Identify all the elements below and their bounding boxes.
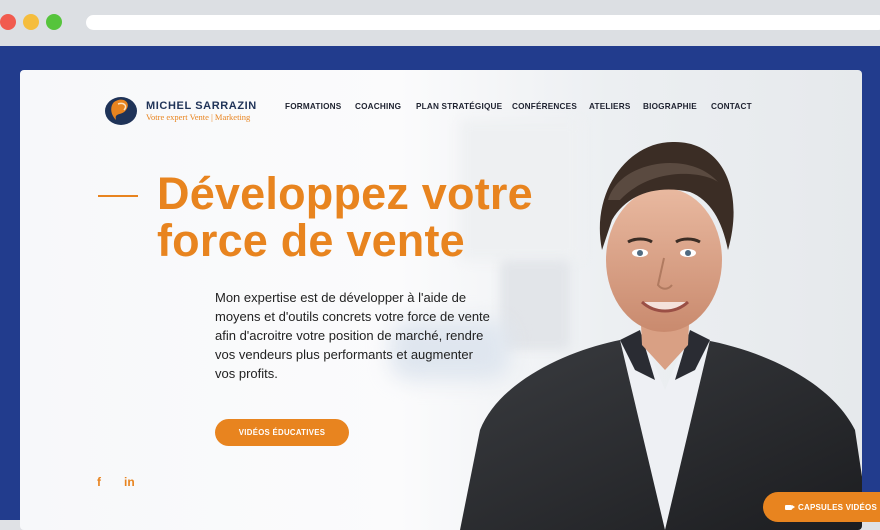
videos-educatives-button[interactable]: VIDÉOS ÉDUCATIVES <box>215 419 349 446</box>
hero-description: Mon expertise est de développer à l'aide… <box>215 290 490 381</box>
hero-title-line-1: Développez votre <box>157 168 533 219</box>
hero-accent-line <box>98 195 138 197</box>
hero-title-line-2: force de vente <box>157 215 465 266</box>
capsules-videos-label: CAPSULES VIDÉOS <box>798 502 878 512</box>
nav-item-coaching[interactable]: COACHING <box>355 102 401 111</box>
close-window-dot[interactable] <box>0 14 16 30</box>
facebook-icon[interactable]: f <box>97 475 101 489</box>
nav-item-contact[interactable]: CONTACT <box>711 102 752 111</box>
linkedin-icon[interactable]: in <box>124 475 135 489</box>
nav-item-biographie[interactable]: BIOGRAPHIE <box>643 102 697 111</box>
brand-logo-icon[interactable] <box>104 94 138 126</box>
nav-item-formations[interactable]: FORMATIONS <box>285 102 341 111</box>
capsules-videos-button[interactable]: CAPSULES VIDÉOS <box>763 492 880 522</box>
website-page: MICHEL SARRAZIN Votre expert Vente | Mar… <box>20 70 862 530</box>
maximize-window-dot[interactable] <box>46 14 62 30</box>
video-camera-icon <box>785 504 795 510</box>
hero-title: Développez votre force de vente <box>157 170 607 264</box>
address-bar[interactable] <box>86 15 880 30</box>
nav-item-conferences[interactable]: CONFÉRENCES <box>512 102 577 111</box>
minimize-window-dot[interactable] <box>23 14 39 30</box>
brand-name[interactable]: MICHEL SARRAZIN <box>146 100 257 112</box>
browser-chrome <box>0 0 880 46</box>
brand-tagline: Votre expert Vente | Marketing <box>146 112 251 122</box>
nav-item-ateliers[interactable]: ATELIERS <box>589 102 630 111</box>
nav-item-plan-strategique[interactable]: PLAN STRATÉGIQUE <box>416 102 502 111</box>
